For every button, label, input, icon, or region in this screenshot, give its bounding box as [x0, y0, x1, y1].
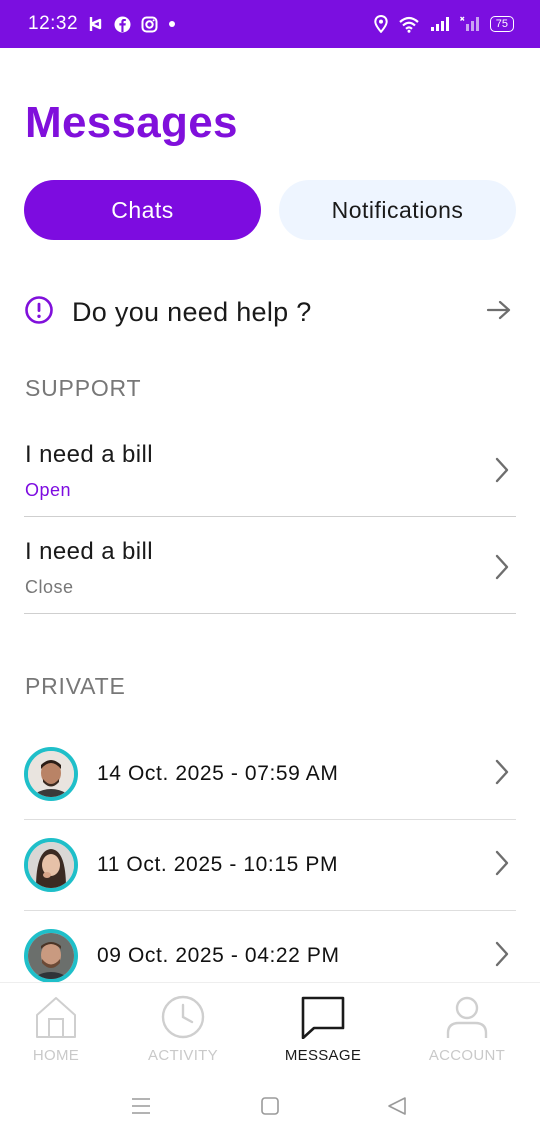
private-chat-item[interactable]: 14 Oct. 2025 - 07:59 AM — [24, 729, 516, 820]
tab-notifications[interactable]: Notifications — [279, 180, 516, 240]
wifi-icon — [398, 15, 420, 33]
signal-no-service-icon — [459, 16, 480, 32]
home-square-icon[interactable] — [260, 1096, 280, 1121]
nav-label-home: HOME — [32, 1047, 80, 1064]
clock-icon — [161, 995, 205, 1044]
status-bar: 12:32 75 — [0, 0, 540, 48]
private-section-header: PRIVATE — [25, 673, 126, 699]
dot-icon — [168, 20, 176, 28]
private-chat-date: 11 Oct. 2025 - 10:15 PM — [97, 853, 339, 876]
account-icon — [445, 995, 489, 1044]
nav-item-activity[interactable]: ACTIVITY — [123, 995, 243, 1064]
support-item-title: I need a bill — [25, 538, 153, 565]
page-title: Messages — [25, 98, 238, 147]
private-chat-item[interactable]: 11 Oct. 2025 - 10:15 PM — [24, 820, 516, 911]
help-label: Do you need help ? — [72, 296, 312, 327]
chevron-right-icon — [494, 941, 510, 972]
nav-label-message: MESSAGE — [284, 1047, 362, 1064]
nav-item-message[interactable]: MESSAGE — [263, 995, 383, 1064]
support-item-status: Close — [25, 577, 74, 597]
avatar — [24, 929, 78, 983]
system-nav-bar — [0, 1072, 540, 1140]
location-icon — [374, 15, 388, 33]
message-icon — [300, 995, 346, 1044]
private-chat-date: 14 Oct. 2025 - 07:59 AM — [97, 762, 339, 785]
avatar — [24, 838, 78, 892]
back-triangle-icon[interactable] — [387, 1096, 407, 1121]
chevron-right-icon — [494, 850, 510, 881]
support-item-status: Open — [25, 480, 72, 500]
instagram-icon — [141, 16, 158, 33]
support-section-header: SUPPORT — [25, 375, 142, 401]
private-chat-date: 09 Oct. 2025 - 04:22 PM — [97, 944, 340, 967]
home-icon — [34, 995, 78, 1044]
facebook-icon — [114, 16, 131, 33]
battery-indicator: 75 — [489, 16, 514, 32]
nav-item-home[interactable]: HOME — [0, 995, 116, 1064]
avatar — [24, 747, 78, 801]
menu-icon[interactable] — [131, 1096, 151, 1121]
support-item[interactable]: I need a bill Open — [24, 421, 516, 517]
app-notification-icon — [88, 15, 104, 33]
chevron-right-icon — [494, 457, 510, 488]
status-time: 12:32 — [28, 13, 79, 34]
tab-chats[interactable]: Chats — [24, 180, 261, 240]
nav-label-activity: ACTIVITY — [148, 1047, 218, 1064]
nav-item-account[interactable]: ACCOUNT — [407, 995, 527, 1064]
support-item[interactable]: I need a bill Close — [24, 518, 516, 614]
help-row[interactable]: Do you need help ? — [24, 284, 516, 340]
chevron-right-icon — [494, 554, 510, 585]
chevron-right-icon — [494, 759, 510, 790]
arrow-right-icon — [486, 299, 512, 326]
bottom-nav: HOME ACTIVITY MESSAGE ACCOUNT — [0, 982, 540, 1072]
signal-icon — [430, 16, 450, 32]
info-alert-icon — [24, 295, 54, 330]
support-item-title: I need a bill — [25, 441, 153, 468]
nav-label-account: ACCOUNT — [428, 1047, 506, 1064]
